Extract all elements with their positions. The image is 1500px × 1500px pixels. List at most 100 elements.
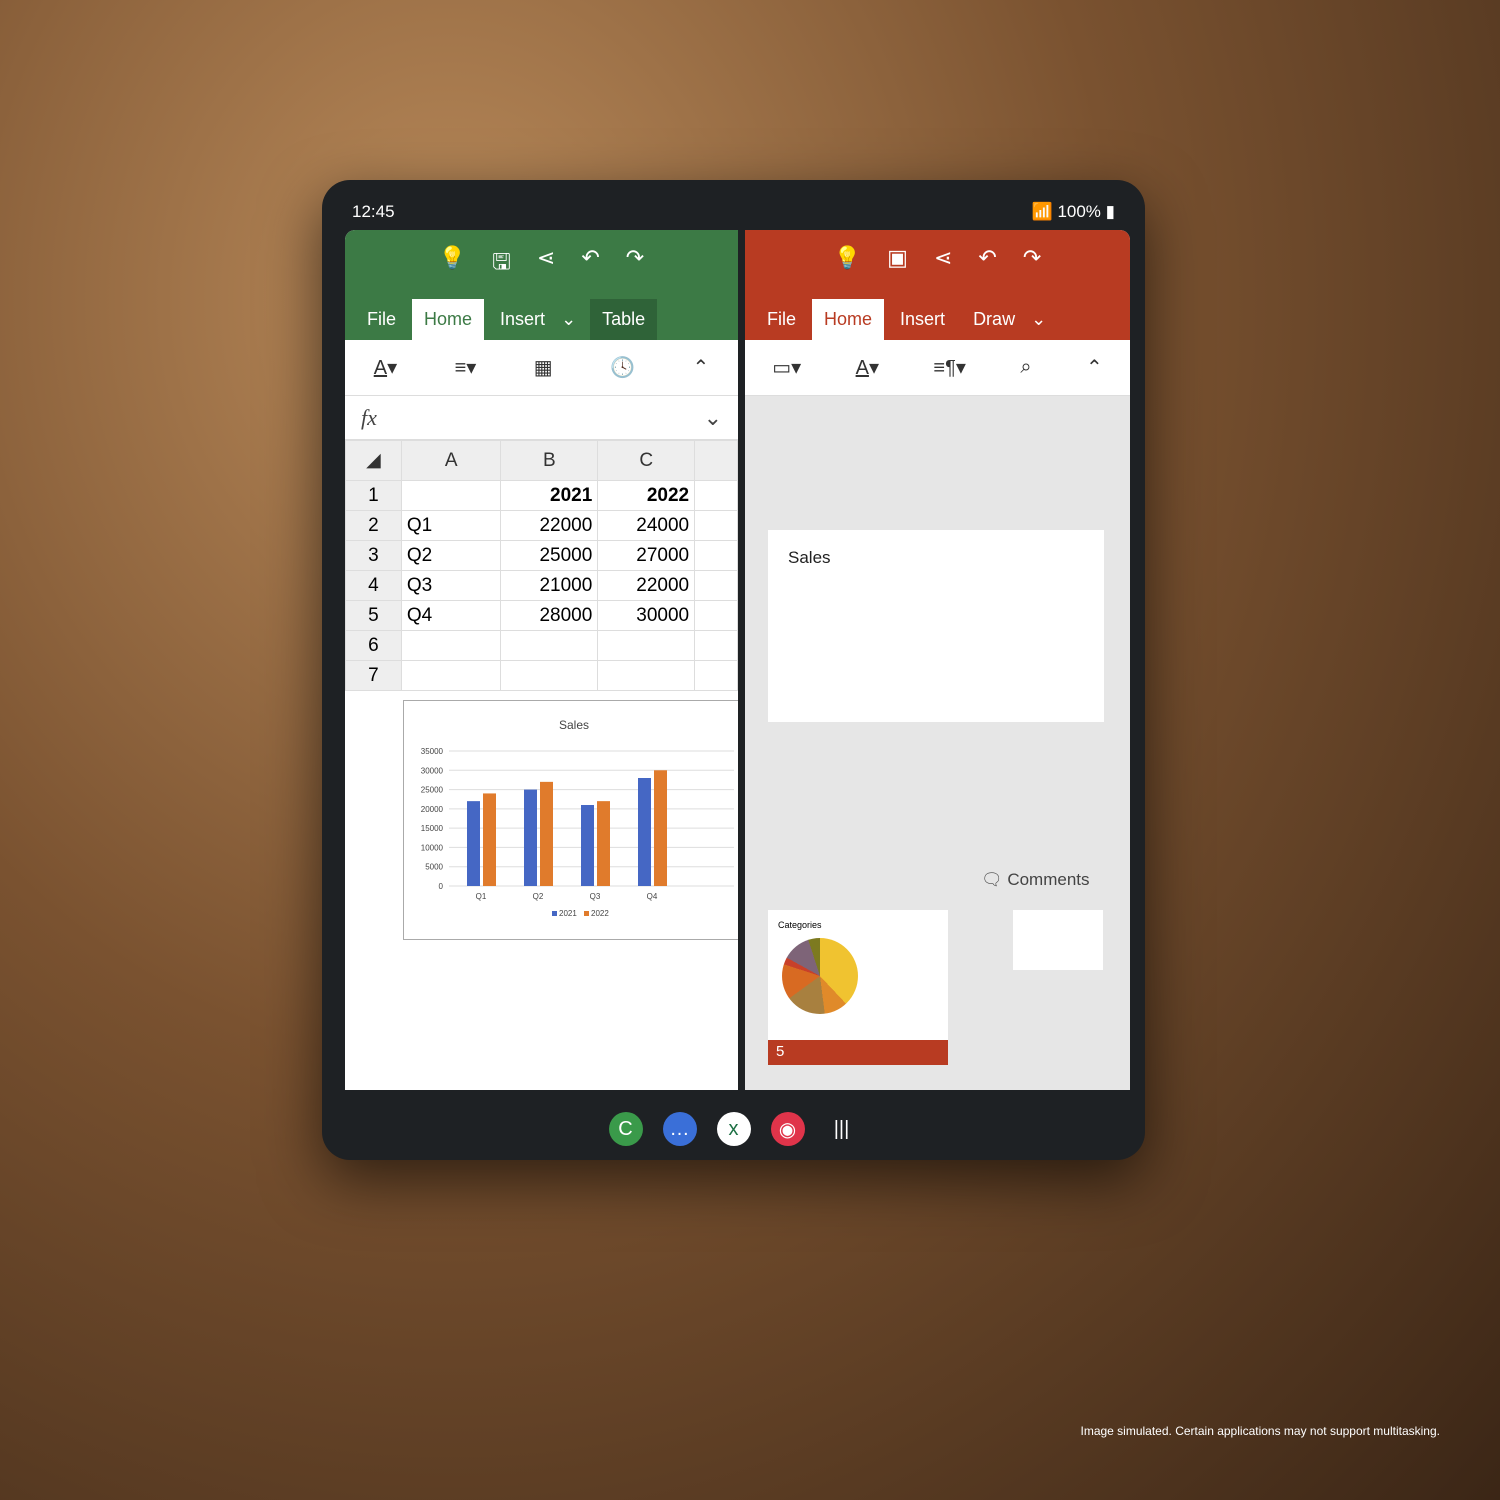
cell[interactable]: 25000 [500,540,599,571]
chevron-down-icon[interactable]: ⌄ [561,299,576,340]
lightbulb-icon[interactable]: 💡 [439,245,466,283]
cell[interactable] [400,660,502,691]
chart-svg: Sales 0 5000 10000 15000 20000 25000 30000 35000… [421,718,734,918]
collapse-icon[interactable]: ⌃ [1086,355,1103,380]
messages-app-icon[interactable]: … [662,1112,697,1146]
cell[interactable] [694,540,738,571]
tab-insert[interactable]: Insert [888,299,957,340]
slide-canvas[interactable]: Sales [768,530,1104,722]
legend-label: 2022 [591,909,609,918]
cell[interactable]: 2021 [500,480,599,511]
tab-table[interactable]: Table [590,299,658,340]
cell[interactable] [400,480,502,511]
sales-chart[interactable]: Sales 0 5000 10000 15000 20000 25000 30000 35000… [403,700,738,940]
col-header[interactable]: B [500,440,599,481]
tab-home[interactable]: Home [812,299,885,340]
col-header[interactable] [694,440,738,481]
bar-2022-Q1 [483,793,496,886]
share-icon[interactable]: ⋖ [537,245,555,283]
row-header[interactable]: 1 [345,480,402,511]
cell[interactable]: 2022 [597,480,696,511]
legend-swatch [584,911,589,916]
share-icon[interactable]: ⋖ [934,245,952,271]
cell[interactable]: Q4 [400,600,502,631]
formula-bar[interactable]: fx ⌄ [345,396,738,440]
col-header[interactable]: A [400,440,502,481]
x-tick-label: Q2 [533,892,544,901]
tab-file[interactable]: File [355,299,408,340]
y-tick-label: 0 [439,882,444,891]
clock: 12:45 [352,202,395,221]
row-header[interactable]: 3 [345,540,402,571]
redo-icon[interactable]: ↷ [1023,245,1041,271]
row-header[interactable]: 4 [345,570,402,601]
fx-icon: fx [361,404,377,430]
row-header[interactable]: 2 [345,510,402,541]
number-format-icon[interactable]: 🕓 [610,355,635,380]
cell[interactable] [694,510,738,541]
cell[interactable] [694,600,738,631]
excel-ribbon: 💡 🖫 ⋖ ↶ ↷ File Home Insert ⌄ Table [345,230,738,340]
cell[interactable] [694,480,738,511]
row-header[interactable]: 6 [345,630,402,661]
save-icon[interactable]: 🖫 [492,245,511,283]
cell[interactable]: Q1 [400,510,502,541]
cell[interactable]: 30000 [597,600,696,631]
cell[interactable] [597,660,696,691]
font-color-icon[interactable]: A▾ [374,355,397,380]
cell[interactable]: 22000 [500,510,599,541]
slide-thumbnail[interactable] [1013,910,1103,970]
cell[interactable] [694,660,738,691]
align-icon[interactable]: ≡▾ [455,355,477,380]
tab-draw[interactable]: Draw [961,299,1027,340]
search-icon[interactable]: ⌕ [1020,356,1031,379]
slide-title[interactable]: Sales [788,548,831,568]
thumb-title: Categories [778,920,822,930]
cell[interactable]: 24000 [597,510,696,541]
row-header[interactable]: 7 [345,660,402,691]
comments-button[interactable]: 🗨 Comments [981,870,1090,890]
cell[interactable]: 27000 [597,540,696,571]
cell[interactable] [400,630,502,661]
cell[interactable] [597,630,696,661]
slide-thumbnail[interactable]: Categories 5 [768,910,948,1065]
recents-icon[interactable]: ||| [825,1112,859,1146]
row-header[interactable]: 5 [345,600,402,631]
select-all[interactable]: ◢ [345,440,402,481]
tab-file[interactable]: File [755,299,808,340]
y-tick-label: 20000 [421,805,444,814]
camera-app-icon[interactable]: ◉ [770,1112,805,1146]
chevron-down-icon[interactable]: ⌄ [1031,299,1046,340]
tab-insert[interactable]: Insert [488,299,557,340]
font-color-icon[interactable]: A▾ [856,355,879,380]
layout-icon[interactable]: ▭▾ [772,355,801,380]
expand-icon[interactable]: ⌄ [704,405,722,431]
cell[interactable]: 28000 [500,600,599,631]
phone-app-icon[interactable]: C [608,1112,643,1146]
paragraph-icon[interactable]: ≡¶▾ [933,355,965,380]
taskbar: C … x ◉ ||| [322,1112,1145,1146]
cell[interactable] [694,570,738,601]
cell[interactable] [694,630,738,661]
excel-app-icon[interactable]: x [716,1112,751,1146]
undo-icon[interactable]: ↶ [978,245,996,271]
cell[interactable]: 22000 [597,570,696,601]
cell[interactable]: Q2 [400,540,502,571]
spreadsheet-grid[interactable]: ◢ A B C 1 2021 2022 2 Q1 22000 24000 3 Q2 25000 27… [345,440,738,691]
redo-icon[interactable]: ↷ [626,245,644,283]
col-header[interactable]: C [597,440,696,481]
lightbulb-icon[interactable]: 💡 [834,245,861,271]
tab-home[interactable]: Home [412,299,485,340]
cell[interactable] [500,660,599,691]
format-table-icon[interactable]: ▦ [534,355,553,380]
collapse-icon[interactable]: ⌃ [692,355,709,380]
bar-2021-Q4 [638,778,651,886]
undo-icon[interactable]: ↶ [581,245,599,283]
x-tick-label: Q3 [590,892,601,901]
table-row: 3 Q2 25000 27000 [345,540,738,571]
cell[interactable] [500,630,599,661]
cell[interactable]: Q3 [400,570,502,601]
present-icon[interactable]: ▣ [887,245,908,271]
cell[interactable]: 21000 [500,570,599,601]
comments-label: Comments [1007,870,1090,889]
